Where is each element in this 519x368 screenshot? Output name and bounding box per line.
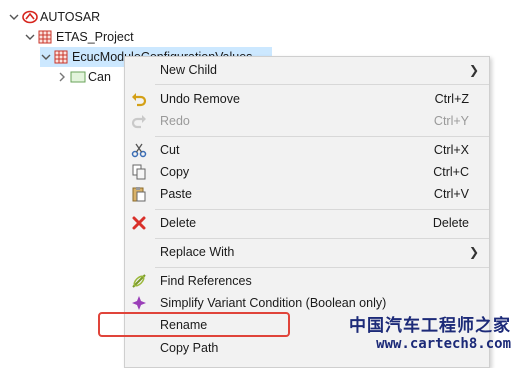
menu-item-shortcut: Ctrl+C <box>433 165 469 179</box>
grid-package-icon <box>54 50 68 64</box>
menu-item-label: Replace With <box>160 245 235 259</box>
menu-item-redo[interactable]: Redo Ctrl+Y <box>125 110 489 132</box>
watermark-url: www.cartech8.com <box>376 336 511 352</box>
menu-separator <box>155 209 489 210</box>
menu-item-copy[interactable]: Copy Ctrl+C <box>125 161 489 183</box>
menu-item-label: Copy <box>160 165 190 179</box>
scissors-icon <box>131 142 147 158</box>
chevron-down-icon[interactable] <box>8 11 20 23</box>
autosar-logo-icon <box>22 10 38 24</box>
rename-highlight-box <box>98 312 290 337</box>
menu-item-label: Copy Path <box>160 341 219 355</box>
menu-item-label: Simplify Variant Condition (Boolean only… <box>160 296 387 310</box>
tree-item-label: ETAS_Project <box>56 30 134 44</box>
tree-item-label: AUTOSAR <box>40 10 101 24</box>
menu-item-label: Cut <box>160 143 180 157</box>
chevron-down-icon[interactable] <box>40 51 52 63</box>
menu-item-shortcut: Ctrl+X <box>433 143 469 157</box>
redo-icon <box>131 113 147 129</box>
paste-icon <box>131 186 147 202</box>
copy-icon <box>131 164 147 180</box>
menu-item-label: Undo Remove <box>160 92 240 106</box>
find-references-icon <box>131 273 147 289</box>
menu-item-find-references[interactable]: Find References <box>125 270 489 292</box>
submenu-arrow-icon: ❯ <box>468 245 479 259</box>
menu-item-shortcut: Ctrl+V <box>433 187 469 201</box>
menu-item-cut[interactable]: Cut Ctrl+X <box>125 139 489 161</box>
tree-item-autosar[interactable]: AUTOSAR <box>8 7 100 27</box>
chevron-down-icon[interactable] <box>24 31 36 43</box>
menu-item-label: Delete <box>160 216 197 230</box>
menu-separator <box>155 84 489 85</box>
menu-item-shortcut: Delete <box>432 216 469 230</box>
menu-item-replace-with[interactable]: Replace With ❯ <box>125 241 489 263</box>
menu-item-delete[interactable]: Delete Delete <box>125 212 489 234</box>
menu-separator <box>155 238 489 239</box>
menu-item-new-child[interactable]: New Child ❯ <box>125 59 489 81</box>
tree-item-etas-project[interactable]: ETAS_Project <box>24 27 134 47</box>
submenu-arrow-icon: ❯ <box>468 63 479 77</box>
undo-icon <box>131 91 147 107</box>
menu-item-label: Find References <box>160 274 252 288</box>
watermark: 中国汽车工程师之家 www.cartech8.com <box>349 311 511 352</box>
menu-item-label: New Child <box>160 63 217 77</box>
tree-item-can[interactable]: Can <box>56 67 111 87</box>
menu-item-undo-remove[interactable]: Undo Remove Ctrl+Z <box>125 88 489 110</box>
simplify-variant-icon <box>131 295 147 311</box>
menu-item-label: Paste <box>160 187 192 201</box>
menu-separator <box>155 267 489 268</box>
tree-item-label: Can <box>88 70 111 84</box>
delete-x-icon <box>131 215 147 231</box>
container-icon <box>70 70 86 84</box>
watermark-chinese: 中国汽车工程师之家 <box>349 316 511 336</box>
menu-item-shortcut: Ctrl+Z <box>434 92 469 106</box>
menu-item-label: Redo <box>160 114 190 128</box>
menu-item-paste[interactable]: Paste Ctrl+V <box>125 183 489 205</box>
grid-package-icon <box>38 30 52 44</box>
chevron-right-icon[interactable] <box>56 71 68 83</box>
menu-separator <box>155 136 489 137</box>
menu-item-shortcut: Ctrl+Y <box>433 114 469 128</box>
